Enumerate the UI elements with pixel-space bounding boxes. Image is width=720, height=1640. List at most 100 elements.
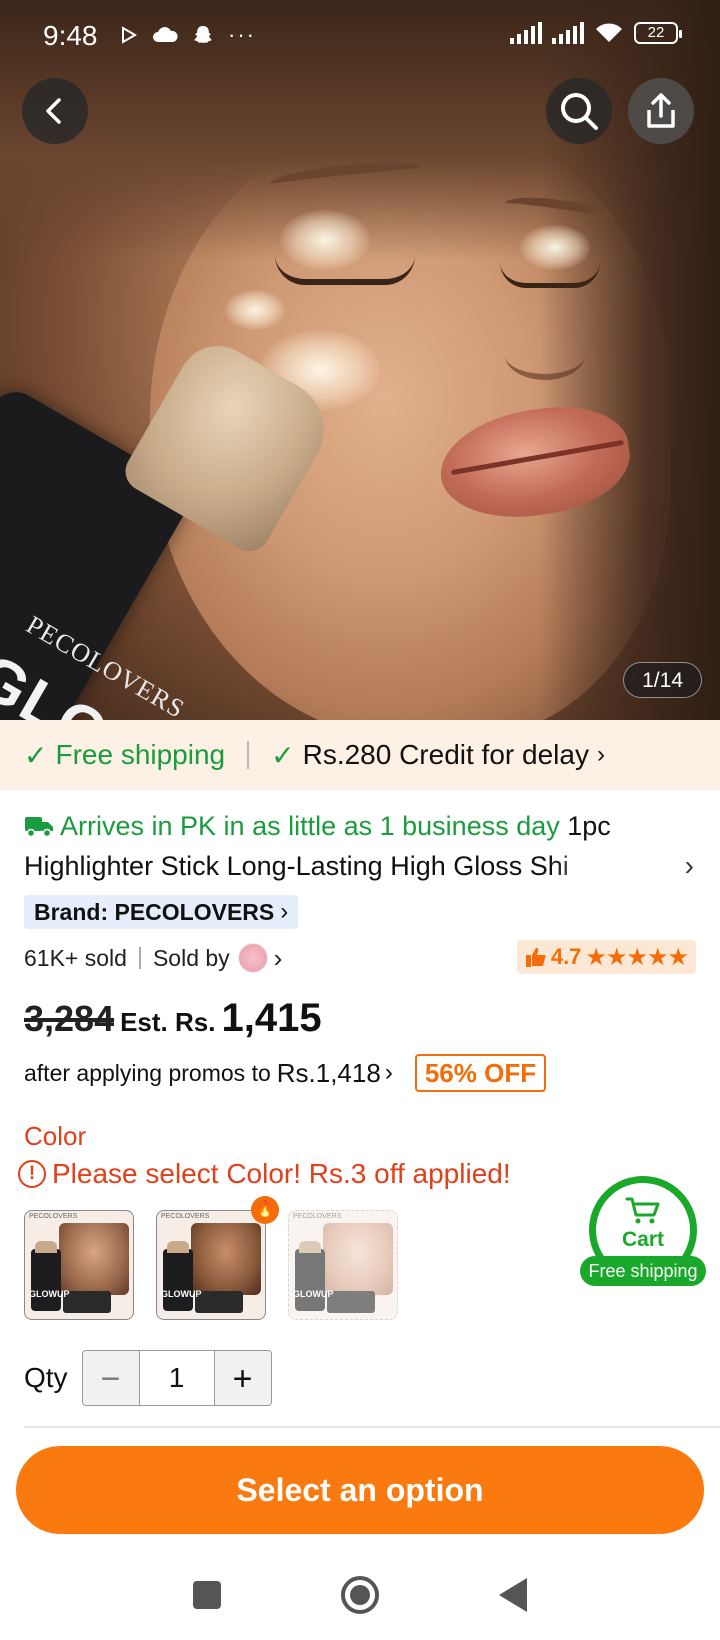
chevron-right-icon: › [596,741,605,768]
price-row: 3,284 Est. Rs. 1,415 [24,996,322,1041]
sold-row: 61K+ sold Sold by › [24,940,282,976]
hero-glow [225,290,285,330]
seller-avatar[interactable] [237,943,268,973]
delivery-truck-icon [25,817,53,838]
free-shipping-text: Free shipping [55,739,226,770]
cart-icon [625,1197,660,1224]
quantity-row: Qty − 1 + [24,1350,272,1406]
color-warning: ! Please select Color! Rs.3 off applied! [18,1158,511,1190]
sold-count: 61K+ sold [24,944,127,971]
share-button[interactable] [628,78,694,144]
promo-text: after applying promos to [24,1059,271,1086]
back-triangle-icon[interactable] [499,1578,527,1612]
swatch-brand: PECOLOVERS [293,1213,342,1220]
product-image-carousel[interactable]: PECOLOVERS GLOWUP [0,0,720,720]
swatch-stick-image [163,1241,193,1311]
swatch-label: GLOWUP [29,1289,70,1299]
floating-cart-button[interactable]: Cart Free shipping [580,1176,706,1286]
status-time: 9:48 [43,20,98,51]
section-divider [24,1426,720,1428]
color-swatch-3[interactable]: PECOLOVERS GLOWUP [288,1210,398,1320]
swatch-brand: PECOLOVERS [161,1213,210,1220]
chevron-right-icon: › [684,850,694,881]
sold-by-label: Sold by [152,944,230,971]
signal-icon-2 [552,22,584,44]
arrival-text: Arrives in PK in as little as 1 business… [60,811,560,841]
divider [138,947,141,969]
swatch-stick-image [295,1241,325,1311]
color-swatch-1[interactable]: PECOLOVERS GLOWUP [24,1210,134,1320]
banner-divider [247,741,250,769]
wifi-icon [596,23,622,42]
brand-link[interactable]: Brand: PECOLOVERS › [24,895,299,929]
check-icon: ✓ [24,739,48,771]
chevron-right-icon[interactable]: › [274,943,283,974]
status-bar: 9:48 ··· 22 [0,0,720,76]
product-title: Highlighter Stick Long-Lasting High Glos… [24,851,569,881]
brand-text: Brand: PECOLOVERS [34,899,275,925]
shipping-banner[interactable]: ✓ Free shipping ✓ Rs.280 Credit for dela… [0,720,720,790]
recents-icon[interactable] [193,1581,221,1609]
title-start: 1pc [567,811,611,841]
delay-credit-text: Rs.280 Credit for delay [302,739,589,770]
swatch-pack-image [327,1291,375,1313]
search-icon [561,93,598,130]
current-price: 1,415 [221,996,322,1040]
est-label: Est. Rs. [120,1007,216,1037]
thumbs-up-icon [525,948,546,967]
back-button[interactable] [22,78,88,144]
increase-quantity-button[interactable]: + [214,1351,271,1405]
play-store-icon [122,26,137,44]
snapchat-icon [194,26,212,43]
swatch-label: GLOWUP [293,1289,334,1299]
promo-amount: Rs.1,418 [276,1057,381,1088]
color-label: Color [24,1121,87,1151]
cart-free-shipping: Free shipping [580,1256,706,1286]
quantity-label: Qty [24,1362,68,1393]
quantity-stepper: − 1 + [81,1350,272,1406]
product-title-row[interactable]: Highlighter Stick Long-Lasting High Glos… [24,848,704,884]
rating-badge[interactable]: 4.7 ★★★★★ [516,940,696,974]
image-counter: 1/14 [623,662,702,698]
free-shipping-badge: ✓ Free shipping [24,739,225,772]
more-dots-icon: ··· [228,22,256,47]
swatch-label: GLOWUP [161,1289,202,1299]
check-icon: ✓ [271,739,295,771]
rating-value: 4.7 [550,944,582,969]
delay-credit[interactable]: ✓ Rs.280 Credit for delay › [271,739,605,772]
share-icon [647,93,675,128]
home-icon[interactable] [341,1576,379,1614]
original-price: 3,284 [24,998,115,1039]
hero-nose [505,330,585,380]
decrease-quantity-button[interactable]: − [82,1351,139,1405]
exclamation-circle-icon: ! [18,1160,46,1188]
swatch-pack-image [195,1291,243,1313]
hot-flame-icon: 🔥 [251,1196,279,1224]
swatch-face-image [323,1223,393,1295]
swatch-face-image [59,1223,129,1295]
signal-icon [510,22,542,44]
warning-text: Please select Color! Rs.3 off applied! [52,1158,511,1189]
swatch-brand: PECOLOVERS [29,1213,78,1220]
chevron-left-icon [46,98,61,124]
hero-glow [520,225,590,270]
chevron-right-icon: › [280,898,289,925]
quantity-value[interactable]: 1 [138,1351,215,1405]
swatch-stick-image [31,1241,61,1311]
battery-icon: 22 [634,22,682,44]
swatch-face-image [191,1223,261,1295]
arrival-line: Arrives in PK in as little as 1 business… [24,806,704,846]
color-swatches: PECOLOVERS GLOWUP PECOLOVERS GLOWUP PECO… [24,1210,398,1320]
system-nav-bar [0,1550,720,1640]
select-option-button[interactable]: Select an option [16,1446,704,1534]
swatch-pack-image [63,1291,111,1313]
star-rating-icon: ★★★★★ [585,943,689,971]
search-button[interactable] [546,78,612,144]
chevron-right-icon: › [384,1059,393,1086]
cart-label: Cart [621,1228,664,1251]
discount-badge: 56% OFF [414,1054,547,1092]
promo-row[interactable]: after applying promos to Rs.1,418 › 56% … [24,1054,547,1092]
cloud-icon [153,27,178,42]
color-swatch-2[interactable]: PECOLOVERS GLOWUP [156,1210,266,1320]
hero-glow [280,210,370,270]
